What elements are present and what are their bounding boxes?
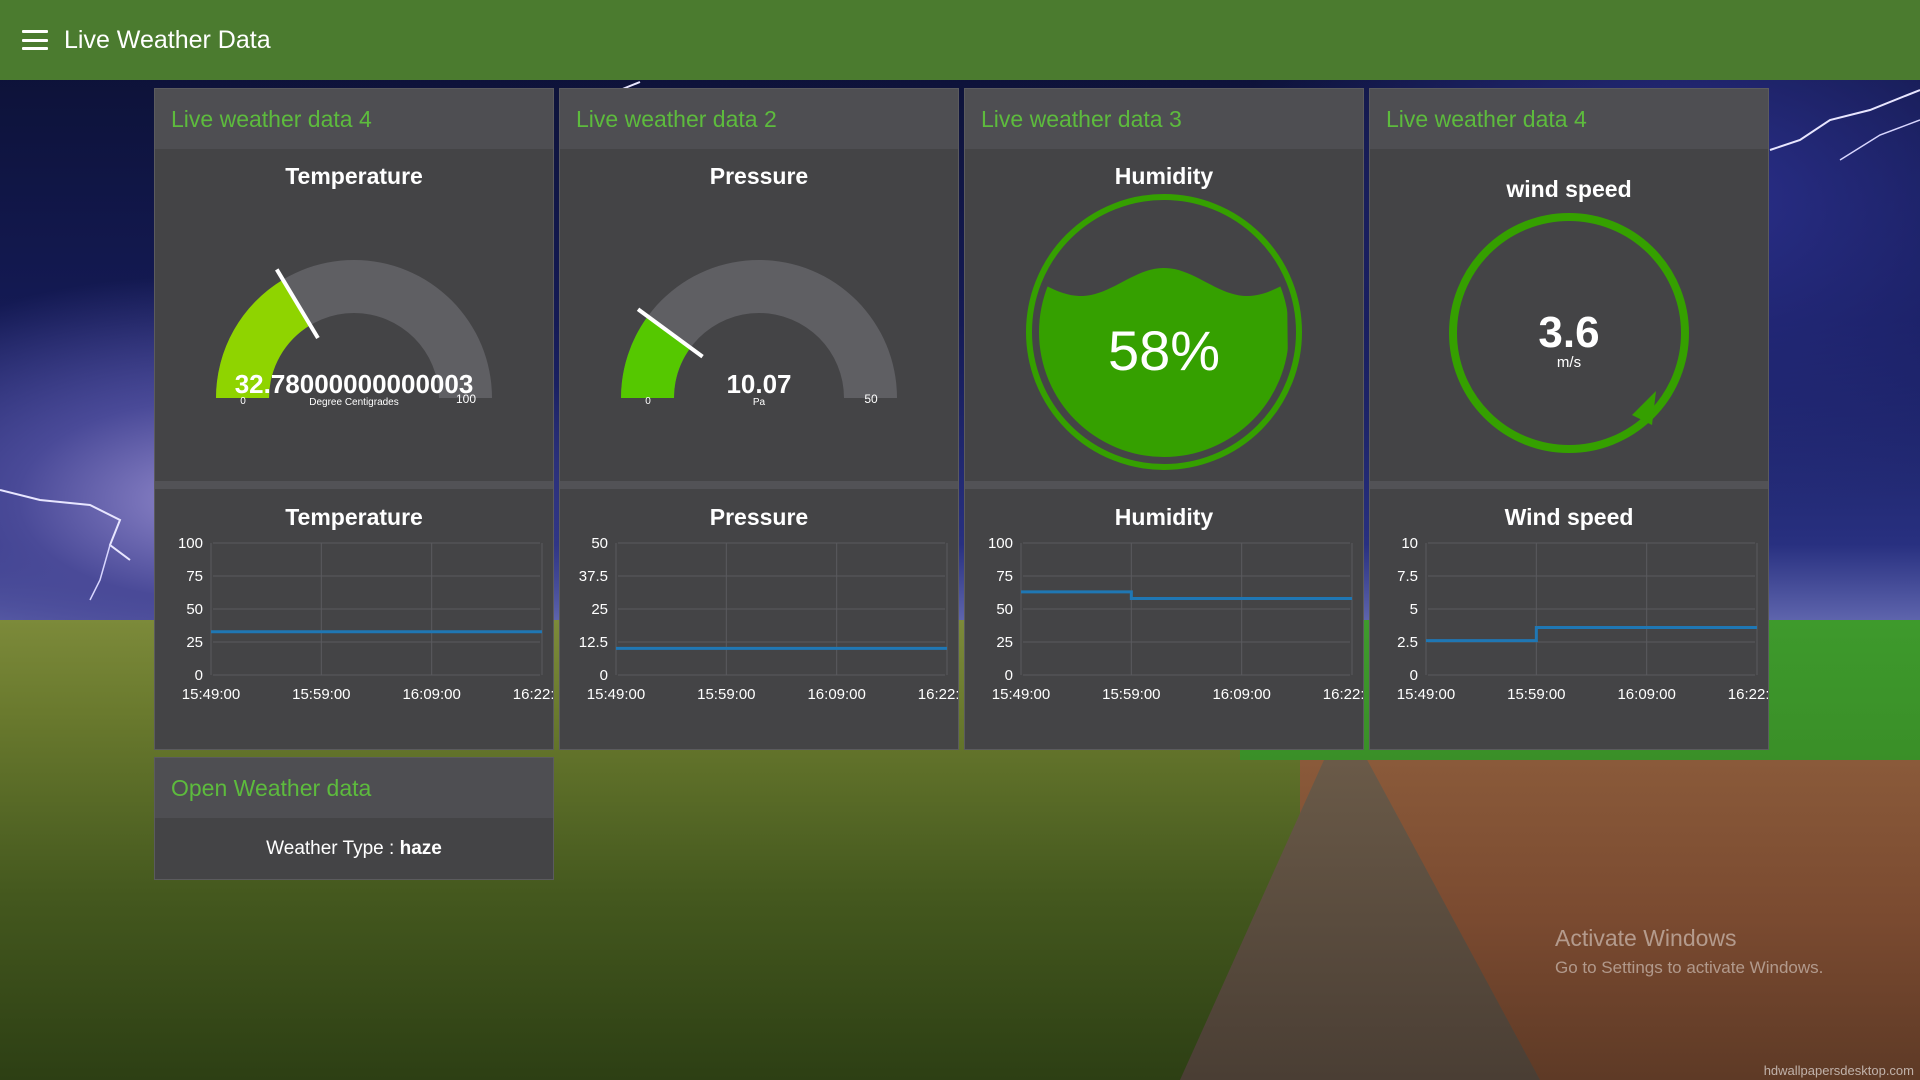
wallpaper-credit: hdwallpapersdesktop.com xyxy=(1763,1063,1914,1078)
x-tick-label: 16:09:00 xyxy=(402,686,460,703)
gauge-title: wind speed xyxy=(1506,176,1632,202)
y-tick-label: 25 xyxy=(996,634,1013,651)
x-tick-label: 16:09:00 xyxy=(1617,686,1675,703)
pressure-gauge: 10.07 Pa 0 50 xyxy=(621,259,897,408)
card-divider xyxy=(965,481,1363,489)
card-live-weather-pressure: Live weather data 2 Pressure 10.07 Pa 0 … xyxy=(559,88,959,750)
card-title: Live weather data 4 xyxy=(155,89,553,149)
card-divider xyxy=(155,481,553,489)
x-tick-label: 15:59:00 xyxy=(1507,686,1565,703)
y-tick-label: 0 xyxy=(1410,667,1418,684)
wind-value: 3.6 xyxy=(1538,308,1599,357)
x-tick-label: 15:59:00 xyxy=(697,686,755,703)
y-tick-label: 37.5 xyxy=(579,568,608,585)
gauge-title: Temperature xyxy=(285,163,423,189)
card-title: Open Weather data xyxy=(155,758,553,818)
card-live-weather-humidity: Live weather data 3 Humidity 58% Humidit… xyxy=(964,88,1364,750)
x-tick-label: 15:49:00 xyxy=(992,686,1050,703)
gauge-value: 32.78000000000003 xyxy=(235,369,474,399)
pressure-chart: 0 12.5 25 37.5 50 15:49:00 15:59:00 16:09:00 16:… xyxy=(579,535,958,703)
humidity-level-gauge: 58% xyxy=(1026,194,1302,470)
wind-unit: m/s xyxy=(1557,354,1581,371)
gauge-max-label: 100 xyxy=(456,392,476,406)
y-tick-label: 25 xyxy=(186,634,203,651)
humidity-chart: 0 25 50 75 100 15:49:00 15:59:00 16:09:00 16:22:… xyxy=(988,535,1363,703)
temperature-gauge: 32.78000000000003 Degree Centigrades 0 1… xyxy=(216,259,492,408)
y-tick-label: 0 xyxy=(195,667,203,684)
gauge-min-label: 0 xyxy=(645,396,651,407)
y-tick-label: 12.5 xyxy=(579,634,608,651)
series-line xyxy=(1021,590,1352,600)
y-tick-label: 100 xyxy=(178,535,203,552)
x-tick-label: 16:22:00 xyxy=(1728,686,1768,703)
x-tick-label: 16:22:00 xyxy=(918,686,958,703)
gauge-max-label: 50 xyxy=(864,392,878,406)
gauge-title: Humidity xyxy=(1114,163,1214,189)
y-tick-label: 75 xyxy=(996,568,1013,585)
humidity-value: 58% xyxy=(1108,319,1220,382)
gauge-value: 10.07 xyxy=(726,369,791,399)
card-open-weather: Open Weather data Weather Type : haze xyxy=(154,757,554,880)
top-app-bar: Live Weather Data xyxy=(0,0,1920,80)
x-tick-label: 15:49:00 xyxy=(182,686,240,703)
wind-speed-chart: 0 2.5 5 7.5 10 15:49:00 15:59:00 16:09:00 16:22:… xyxy=(1397,535,1768,703)
card-divider xyxy=(560,481,958,489)
gauge-min-label: 0 xyxy=(240,396,246,407)
weather-type: Weather Type : haze xyxy=(155,838,553,860)
x-tick-label: 15:49:00 xyxy=(1397,686,1455,703)
x-tick-label: 16:09:00 xyxy=(807,686,865,703)
x-tick-label: 15:59:00 xyxy=(292,686,350,703)
wind-speed-dial: 3.6 m/s xyxy=(1449,213,1689,453)
y-tick-label: 5 xyxy=(1410,601,1418,618)
y-tick-label: 10 xyxy=(1401,535,1418,552)
card-live-weather-wind: Live weather data 4 wind speed 3.6 m/s W… xyxy=(1369,88,1769,750)
x-tick-label: 15:59:00 xyxy=(1102,686,1160,703)
chart-title: Wind speed xyxy=(1504,504,1634,530)
x-tick-label: 16:09:00 xyxy=(1212,686,1270,703)
y-tick-label: 50 xyxy=(591,535,608,552)
y-tick-label: 7.5 xyxy=(1397,568,1418,585)
series-line xyxy=(1426,625,1757,643)
x-tick-label: 16:22:00 xyxy=(1323,686,1363,703)
weather-type-value: haze xyxy=(399,838,442,859)
card-title: Live weather data 4 xyxy=(1370,89,1768,149)
hamburger-icon[interactable] xyxy=(22,30,48,50)
activate-windows-subtitle: Go to Settings to activate Windows. xyxy=(1555,958,1824,977)
gauge-unit: Pa xyxy=(753,397,766,408)
card-divider xyxy=(1370,481,1768,489)
y-tick-label: 0 xyxy=(1005,667,1013,684)
chart-title: Temperature xyxy=(285,504,423,530)
card-title: Live weather data 2 xyxy=(560,89,958,149)
y-tick-label: 0 xyxy=(600,667,608,684)
x-tick-label: 15:49:00 xyxy=(587,686,645,703)
app-title: Live Weather Data xyxy=(64,25,271,54)
activate-windows-title: Activate Windows xyxy=(1555,925,1737,951)
y-tick-label: 75 xyxy=(186,568,203,585)
gauge-title: Pressure xyxy=(709,163,809,189)
chart-title: Pressure xyxy=(709,504,809,530)
chart-title: Humidity xyxy=(1114,504,1214,530)
gauge-unit: Degree Centigrades xyxy=(309,397,399,408)
y-tick-label: 50 xyxy=(186,601,203,618)
y-tick-label: 50 xyxy=(996,601,1013,618)
weather-type-label: Weather Type : xyxy=(266,838,400,859)
y-tick-label: 25 xyxy=(591,601,608,618)
x-tick-label: 16:22:00 xyxy=(513,686,553,703)
card-title: Live weather data 3 xyxy=(965,89,1363,149)
y-tick-label: 100 xyxy=(988,535,1013,552)
card-live-weather-temperature: Live weather data 4 Temperature 32.78000… xyxy=(154,88,554,750)
y-tick-label: 2.5 xyxy=(1397,634,1418,651)
temperature-chart: 0 25 50 75 100 15:49:00 15:59:00 16:09:00 16:22:… xyxy=(178,535,553,703)
